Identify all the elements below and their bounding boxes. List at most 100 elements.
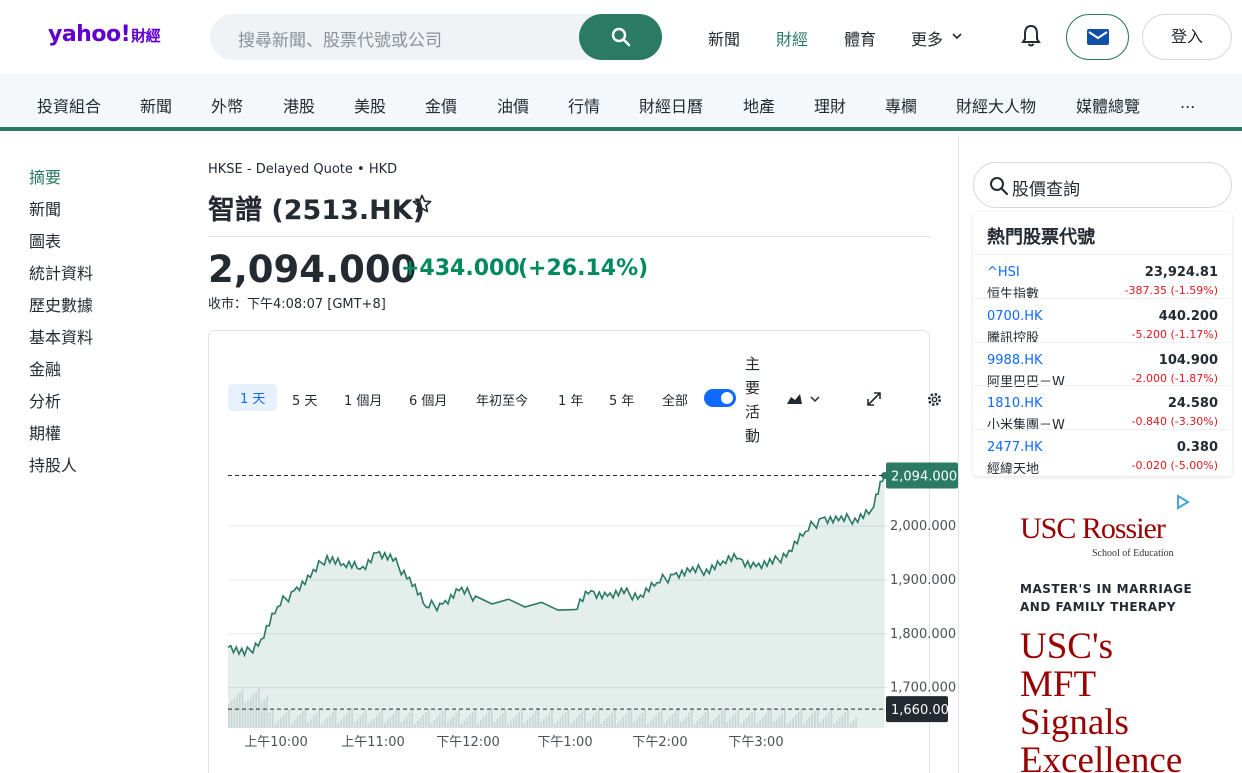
search-placeholder: 搜尋新聞、股票代號或公司 bbox=[238, 31, 442, 51]
side-item-analysis[interactable]: 分析 bbox=[29, 388, 61, 412]
range-5y[interactable]: 5 年 bbox=[609, 390, 634, 409]
range-6m[interactable]: 6 個月 bbox=[409, 390, 447, 409]
side-item-statistics[interactable]: 統計資料 bbox=[29, 260, 93, 284]
logo-text: yahoo! bbox=[48, 22, 131, 47]
ticker-price: 23,924.81 bbox=[1144, 265, 1218, 280]
ad-tagline-2: AND FAMILY THERAPY bbox=[1020, 600, 1177, 614]
subnav-gold[interactable]: 金價 bbox=[425, 93, 457, 117]
subnav-calendar[interactable]: 財經日曆 bbox=[639, 93, 703, 117]
trending-row[interactable]: ^HSI 恒生指數 23,924.81 -387.35 (-1.59%) bbox=[975, 254, 1230, 302]
ticker-symbol[interactable]: 1810.HK bbox=[987, 396, 1043, 411]
bell-icon[interactable] bbox=[1020, 24, 1042, 48]
subnav-columns[interactable]: 專欄 bbox=[885, 93, 917, 117]
quote-lookup-input[interactable]: 股價查詢 bbox=[973, 162, 1232, 208]
subnav-more[interactable]: ... bbox=[1180, 93, 1195, 112]
ticker-change: -2.000 (-1.87%) bbox=[1131, 372, 1218, 385]
search-icon bbox=[990, 177, 1009, 196]
market-close-time: 收市：下午4:08:07 [GMT+8] bbox=[208, 297, 386, 312]
mail-icon bbox=[1087, 29, 1109, 45]
range-1y[interactable]: 1 年 bbox=[558, 390, 583, 409]
topnav-finance[interactable]: 財經 bbox=[776, 26, 808, 50]
adchoices-icon[interactable] bbox=[1176, 494, 1190, 510]
y-tick-label: 1,700.000 bbox=[890, 681, 956, 696]
range-1d[interactable]: 1 天 bbox=[228, 384, 278, 411]
side-item-financials[interactable]: 金融 bbox=[29, 356, 61, 380]
x-tick-label: 下午2:00 bbox=[632, 735, 687, 750]
trending-row[interactable]: 2477.HK 經緯天地 0.380 -0.020 (-5.00%) bbox=[975, 429, 1230, 477]
mail-button[interactable] bbox=[1066, 14, 1129, 60]
subnav-hk-stocks[interactable]: 港股 bbox=[283, 93, 315, 117]
trending-row[interactable]: 1810.HK 小米集團－W 24.580 -0.840 (-3.30%) bbox=[975, 385, 1230, 433]
subnav-us-stocks[interactable]: 美股 bbox=[354, 93, 386, 117]
ticker-change: -0.840 (-3.30%) bbox=[1131, 415, 1218, 428]
subnav-personal-finance[interactable]: 理財 bbox=[814, 93, 846, 117]
finance-subnav: 投資組合 新聞 外幣 港股 美股 金價 油價 行情 財經日曆 地產 理財 專欄 … bbox=[0, 74, 1242, 131]
side-item-profile[interactable]: 基本資料 bbox=[29, 324, 93, 348]
key-events-toggle[interactable] bbox=[704, 389, 736, 407]
price-change-percent: (+26.14%) bbox=[518, 256, 649, 281]
subnav-news[interactable]: 新聞 bbox=[140, 93, 172, 117]
subnav-market[interactable]: 行情 bbox=[568, 93, 600, 117]
side-item-chart[interactable]: 圖表 bbox=[29, 228, 61, 252]
side-item-summary[interactable]: 摘要 bbox=[29, 164, 61, 188]
subnav-media[interactable]: 媒體總覽 bbox=[1076, 93, 1140, 117]
chart-type-icon[interactable] bbox=[787, 392, 821, 406]
y-tick-label: 1,800.000 bbox=[890, 627, 956, 642]
ad-tagline-1: MASTER'S IN MARRIAGE bbox=[1020, 582, 1193, 596]
intraday-price-chart[interactable]: 1,700.000 1,800.000 1,900.000 2,000.000 2,09… bbox=[208, 440, 958, 760]
subnav-portfolio[interactable]: 投資組合 bbox=[37, 93, 101, 117]
range-1m[interactable]: 1 個月 bbox=[344, 390, 382, 409]
login-button[interactable]: 登入 bbox=[1142, 14, 1232, 60]
search-icon bbox=[611, 27, 631, 47]
ticker-change: -5.200 (-1.17%) bbox=[1131, 328, 1218, 341]
ticker-price: 440.200 bbox=[1158, 309, 1218, 324]
trending-row[interactable]: 0700.HK 騰訊控股 440.200 -5.200 (-1.17%) bbox=[975, 298, 1230, 346]
last-price-label: 2,094.000 bbox=[891, 470, 957, 485]
y-tick-label: 2,000.000 bbox=[890, 519, 956, 534]
ad-headline-3: Signals bbox=[1020, 702, 1129, 743]
ticker-symbol[interactable]: 9988.HK bbox=[987, 353, 1043, 368]
subnav-property[interactable]: 地產 bbox=[743, 93, 775, 117]
side-item-options[interactable]: 期權 bbox=[29, 420, 61, 444]
expand-icon[interactable] bbox=[866, 391, 882, 407]
ticker-name: 經緯天地 bbox=[987, 462, 1040, 477]
key-events-label: 主要活動 bbox=[745, 355, 761, 445]
ticker-symbol[interactable]: 0700.HK bbox=[987, 309, 1043, 324]
ad-headline-4: Excellence bbox=[1020, 740, 1183, 773]
range-ytd[interactable]: 年初至今 bbox=[476, 390, 528, 409]
side-item-holders[interactable]: 持股人 bbox=[29, 452, 77, 476]
subnav-oil[interactable]: 油價 bbox=[497, 93, 529, 117]
x-tick-label: 上午10:00 bbox=[244, 735, 307, 750]
advertisement[interactable]: USC Rossier School of Education MASTER'S… bbox=[1000, 490, 1232, 773]
right-column-divider bbox=[958, 135, 959, 773]
quote-exchange-meta: HKSE - Delayed Quote • HKD bbox=[208, 162, 398, 177]
range-5d[interactable]: 5 天 bbox=[292, 390, 317, 409]
side-item-news[interactable]: 新聞 bbox=[29, 196, 61, 220]
ticker-symbol[interactable]: 2477.HK bbox=[987, 440, 1043, 455]
y-tick-label: 1,900.000 bbox=[890, 573, 956, 588]
ticker-change: -0.020 (-5.00%) bbox=[1131, 459, 1218, 472]
yahoo-finance-logo[interactable]: yahoo!財經 bbox=[48, 22, 161, 47]
gear-icon[interactable] bbox=[926, 391, 943, 408]
quote-lookup-placeholder: 股價查詢 bbox=[1012, 180, 1080, 200]
topnav-more[interactable]: 更多 bbox=[911, 26, 943, 50]
ad-school: School of Education bbox=[1092, 548, 1174, 559]
ticker-change: -387.35 (-1.59%) bbox=[1124, 284, 1218, 297]
range-all[interactable]: 全部 bbox=[662, 390, 688, 409]
side-item-history[interactable]: 歷史數據 bbox=[29, 292, 93, 316]
topnav-news[interactable]: 新聞 bbox=[708, 26, 740, 50]
ticker-price: 24.580 bbox=[1167, 396, 1218, 411]
quote-title: 智譜 (2513.HK) bbox=[208, 195, 426, 226]
subnav-forex[interactable]: 外幣 bbox=[211, 93, 243, 117]
search-input[interactable]: 搜尋新聞、股票代號或公司 bbox=[210, 14, 662, 60]
topnav-sports[interactable]: 體育 bbox=[844, 26, 876, 50]
trending-row[interactable]: 9988.HK 阿里巴巴－W 104.900 -2.000 (-1.87%) bbox=[975, 342, 1230, 390]
trending-title: 熱門股票代號 bbox=[987, 227, 1095, 248]
logo-suffix: 財經 bbox=[131, 27, 161, 45]
prev-close-label: 1,660.00 bbox=[891, 703, 949, 718]
subnav-people[interactable]: 財經大人物 bbox=[956, 93, 1036, 117]
star-icon[interactable] bbox=[412, 194, 432, 214]
quote-divider bbox=[208, 236, 930, 237]
ticker-symbol[interactable]: ^HSI bbox=[987, 265, 1020, 280]
search-button[interactable] bbox=[579, 14, 662, 60]
